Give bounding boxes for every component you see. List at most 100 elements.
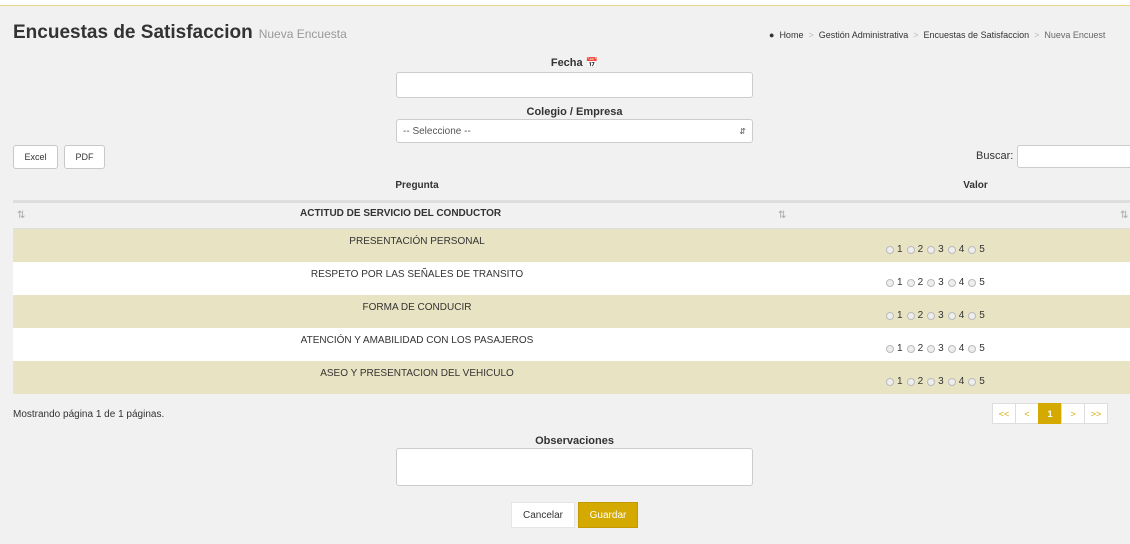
table-row: PRESENTACIÓN PERSONAL 1 2 3 4 5 [13, 229, 1130, 262]
cancel-button[interactable]: Cancelar [511, 502, 575, 528]
rating-label: 1 [897, 277, 903, 288]
rating-radio[interactable] [947, 311, 956, 320]
breadcrumb-home[interactable]: Home [779, 30, 803, 40]
rating-radio[interactable] [927, 245, 936, 254]
question-text: PRESENTACIÓN PERSONAL [349, 236, 485, 247]
sort-icon[interactable]: ⇅ [17, 210, 25, 221]
rating-radio[interactable] [906, 245, 915, 254]
page-title: Encuestas de Satisfaccion Nueva Encuesta [13, 22, 347, 44]
rating-label: 5 [979, 376, 985, 387]
rating-label: 2 [917, 343, 924, 354]
question-text: FORMA DE CONDUCIR [362, 302, 472, 313]
rating-label: 4 [958, 277, 965, 288]
breadcrumb: ● Home > Gestión Administrativa > Encues… [769, 30, 1105, 40]
top-rule [0, 0, 1130, 6]
breadcrumb-encuestas[interactable]: Encuestas de Satisfaccion [924, 30, 1030, 40]
rating-radio[interactable] [886, 245, 894, 254]
rating-group: 1 2 3 4 5 [886, 277, 987, 288]
fecha-input[interactable] [396, 72, 753, 98]
question-text: ASEO Y PRESENTACION DEL VEHICULO [320, 368, 514, 379]
rating-label: 3 [938, 343, 944, 354]
breadcrumb-separator: > [913, 30, 919, 40]
rating-label: 1 [897, 244, 903, 255]
rating-radio[interactable] [886, 278, 894, 287]
rating-label: 2 [917, 244, 924, 255]
sort-icon[interactable]: ⇅ [778, 210, 786, 221]
rating-radio[interactable] [947, 278, 956, 287]
rating-radio[interactable] [968, 278, 977, 287]
pagination-prev[interactable]: < [1015, 403, 1039, 424]
rating-radio[interactable] [968, 344, 977, 353]
rating-radio[interactable] [906, 377, 915, 386]
pagination-info: Mostrando página 1 de 1 páginas. [13, 409, 165, 420]
rating-radio[interactable] [968, 245, 977, 254]
rating-radio[interactable] [947, 245, 956, 254]
rating-label: 2 [917, 310, 924, 321]
home-icon[interactable]: ● [769, 30, 774, 40]
observaciones-textarea[interactable] [396, 448, 753, 486]
sort-icon[interactable]: ⇅ [1120, 210, 1128, 221]
rating-label: 3 [938, 376, 944, 387]
rating-radio[interactable] [886, 311, 894, 320]
colegio-label: Colegio / Empresa [526, 106, 623, 118]
rating-radio[interactable] [927, 377, 936, 386]
table-group-row [13, 200, 1130, 229]
column-header-pregunta[interactable]: Pregunta [13, 180, 821, 191]
rating-radio[interactable] [927, 344, 936, 353]
rating-group: 1 2 3 4 5 [886, 310, 987, 321]
save-button[interactable]: Guardar [578, 502, 638, 528]
search-label: Buscar: [976, 150, 1014, 162]
rating-label: 1 [897, 343, 903, 354]
excel-button[interactable]: Excel [13, 145, 58, 169]
rating-radio[interactable] [947, 344, 956, 353]
pagination-last[interactable]: >> [1084, 403, 1108, 424]
breadcrumb-current: Nueva Encuest [1044, 30, 1106, 40]
pagination-next[interactable]: > [1061, 403, 1085, 424]
rating-radio[interactable] [947, 377, 956, 386]
rating-radio[interactable] [886, 344, 894, 353]
breadcrumb-separator: > [1034, 30, 1040, 40]
rating-radio[interactable] [886, 377, 894, 386]
question-text: RESPETO POR LAS SEÑALES DE TRANSITO [310, 269, 524, 280]
rating-radio[interactable] [927, 278, 936, 287]
rating-group: 1 2 3 4 5 [886, 343, 987, 354]
pagination-first[interactable]: << [992, 403, 1016, 424]
fecha-label-text: Fecha [550, 57, 583, 69]
question-text: ATENCIÓN Y AMABILIDAD CON LOS PASAJEROS [300, 335, 534, 346]
rating-label: 1 [897, 310, 903, 321]
colegio-select[interactable]: -- Seleccione -- ⇵ [396, 119, 753, 143]
select-caret-icon: ⇵ [739, 126, 746, 136]
rating-radio[interactable] [927, 311, 936, 320]
rating-label: 4 [958, 343, 965, 354]
rating-group: 1 2 3 4 5 [886, 244, 987, 255]
page-heading: Encuestas de Satisfaccion [13, 22, 253, 43]
observaciones-label: Observaciones [535, 435, 614, 447]
pdf-button[interactable]: PDF [64, 145, 105, 169]
table-row: RESPETO POR LAS SEÑALES DE TRANSITO 1 2 3 4 5 [13, 262, 1130, 295]
fecha-label: Fecha 📅 [396, 57, 753, 69]
table-row: ATENCIÓN Y AMABILIDAD CON LOS PASAJEROS 1… [13, 328, 1130, 361]
rating-radio[interactable] [906, 311, 915, 320]
pagination: << < 1 > >> [992, 403, 1108, 424]
rating-radio[interactable] [968, 377, 977, 386]
colegio-selected-value: -- Seleccione -- [403, 125, 471, 137]
rating-label: 2 [917, 277, 924, 288]
rating-label: 5 [979, 310, 985, 321]
group-title: ACTITUD DE SERVICIO DEL CONDUCTOR [300, 208, 502, 219]
rating-label: 3 [938, 310, 944, 321]
rating-label: 4 [958, 376, 965, 387]
rating-label: 4 [958, 310, 965, 321]
rating-radio[interactable] [906, 278, 915, 287]
rating-radio[interactable] [968, 311, 977, 320]
page-subtitle: Nueva Encuesta [258, 27, 347, 41]
rating-label: 5 [979, 343, 985, 354]
pagination-current[interactable]: 1 [1038, 403, 1062, 424]
search-input[interactable] [1017, 145, 1130, 168]
column-header-valor[interactable]: Valor [821, 180, 1130, 191]
rating-radio[interactable] [906, 344, 915, 353]
breadcrumb-separator: > [808, 30, 814, 40]
table-row: ASEO Y PRESENTACION DEL VEHICULO 1 2 3 4 5 [13, 361, 1130, 394]
rating-label: 2 [917, 376, 924, 387]
breadcrumb-gestion[interactable]: Gestión Administrativa [819, 30, 909, 40]
calendar-icon: 📅 [585, 58, 599, 69]
